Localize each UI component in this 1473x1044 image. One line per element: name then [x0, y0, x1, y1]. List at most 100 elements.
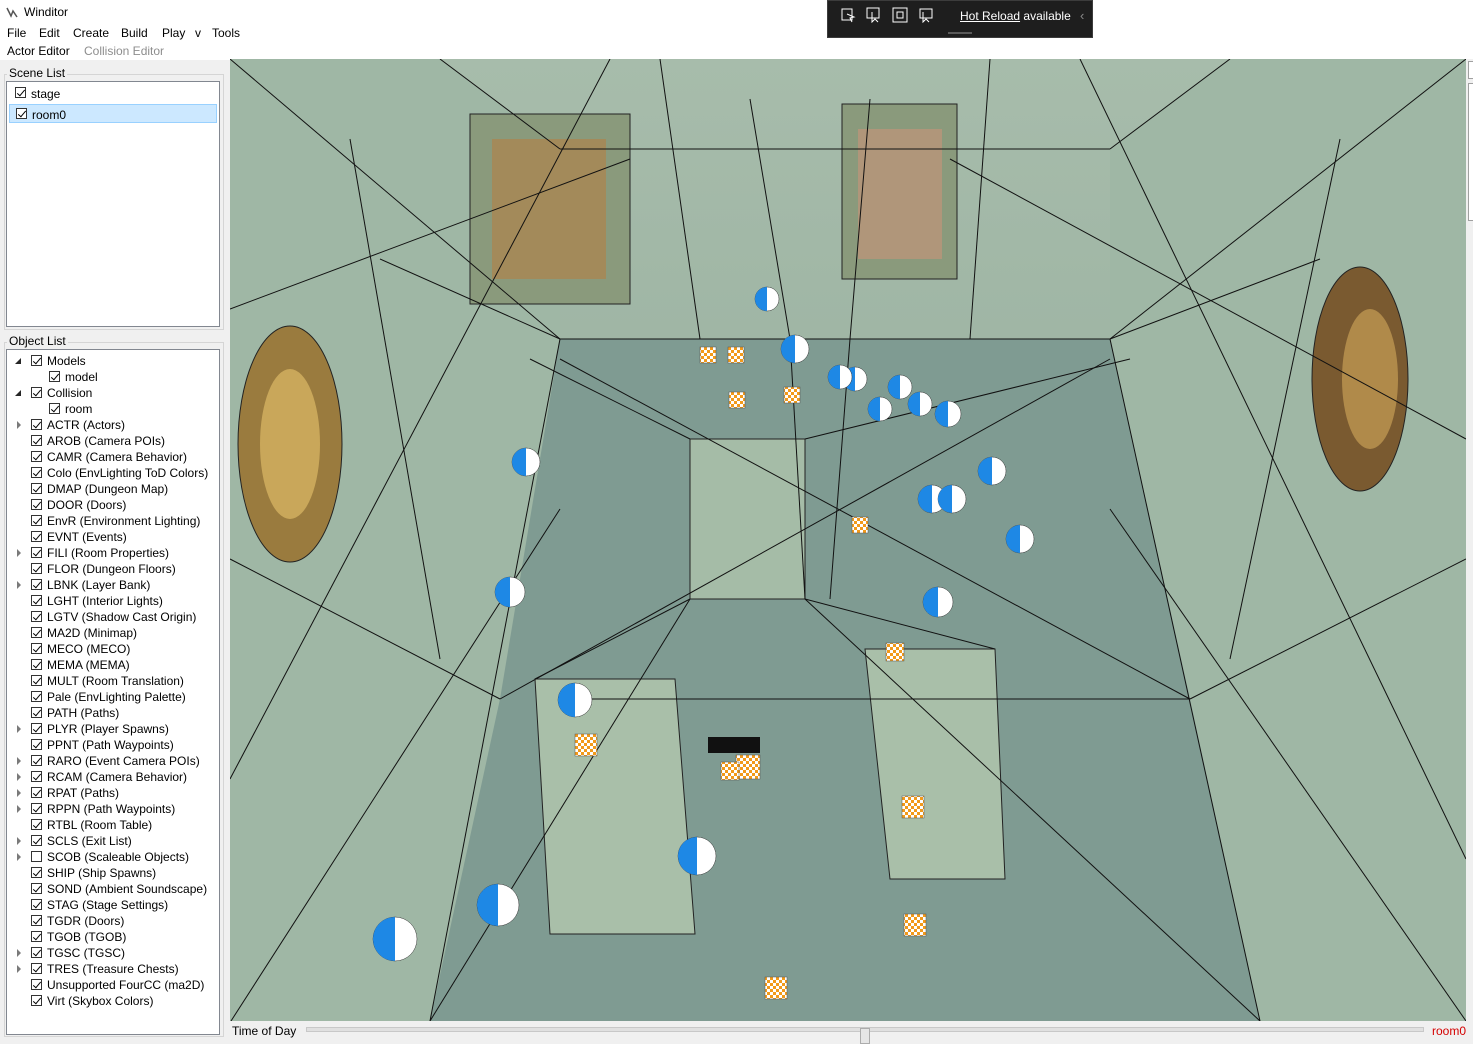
- waypoint-cube-marker[interactable]: [851, 516, 869, 534]
- time-of-day-slider-thumb[interactable]: [860, 1028, 870, 1044]
- collapsed-arrow-icon[interactable]: [17, 581, 21, 589]
- object-tree-item[interactable]: RPPN (Path Waypoints): [7, 801, 217, 817]
- object-item-checkbox[interactable]: [31, 835, 42, 846]
- object-tree-item[interactable]: LGTV (Shadow Cast Origin): [7, 609, 217, 625]
- object-item-checkbox[interactable]: [31, 995, 42, 1006]
- object-tree-item[interactable]: Models: [7, 353, 217, 369]
- object-tree-item[interactable]: MECO (MECO): [7, 641, 217, 657]
- cursor-icon[interactable]: [866, 7, 882, 23]
- object-item-checkbox[interactable]: [31, 707, 42, 718]
- collapsed-arrow-icon[interactable]: [17, 837, 21, 845]
- object-item-checkbox[interactable]: [31, 755, 42, 766]
- object-item-checkbox[interactable]: [31, 739, 42, 750]
- actor-sphere-marker[interactable]: [937, 484, 967, 514]
- waypoint-cube-marker[interactable]: [903, 913, 927, 937]
- menu-edit[interactable]: Edit: [39, 26, 60, 40]
- object-tree-item[interactable]: LBNK (Layer Bank): [7, 577, 217, 593]
- waypoint-cube-marker[interactable]: [574, 733, 598, 757]
- actor-sphere-marker[interactable]: [907, 391, 933, 417]
- object-item-checkbox[interactable]: [31, 803, 42, 814]
- actor-sphere-marker[interactable]: [677, 836, 717, 876]
- object-tree-item[interactable]: ACTR (Actors): [7, 417, 217, 433]
- actor-sphere-marker[interactable]: [934, 400, 962, 428]
- scene-item-room0[interactable]: room0: [9, 104, 217, 123]
- object-item-checkbox[interactable]: [31, 451, 42, 462]
- object-item-checkbox[interactable]: [31, 883, 42, 894]
- hot-reload-link[interactable]: Hot Reload: [960, 9, 1020, 23]
- collapsed-arrow-icon[interactable]: [17, 549, 21, 557]
- object-tree-item[interactable]: STAG (Stage Settings): [7, 897, 217, 913]
- object-item-checkbox[interactable]: [31, 387, 42, 398]
- object-item-checkbox[interactable]: [31, 659, 42, 670]
- expanded-arrow-icon[interactable]: [15, 358, 21, 364]
- object-tree-item[interactable]: Collision: [7, 385, 217, 401]
- object-item-checkbox[interactable]: [31, 787, 42, 798]
- object-tree[interactable]: Models model Collision room ACTR (Actors) ARO…: [6, 349, 220, 1035]
- object-tree-item[interactable]: SHIP (Ship Spawns): [7, 865, 217, 881]
- actor-sphere-marker[interactable]: [977, 456, 1007, 486]
- time-of-day-slider[interactable]: [306, 1027, 1424, 1044]
- scene-render[interactable]: [230, 59, 1466, 1021]
- scene-list[interactable]: stage room0: [6, 81, 220, 327]
- object-item-checkbox[interactable]: [31, 963, 42, 974]
- waypoint-cube-marker[interactable]: [720, 761, 740, 781]
- actor-sphere-marker[interactable]: [754, 286, 780, 312]
- object-item-checkbox[interactable]: [31, 979, 42, 990]
- object-tree-item[interactable]: Unsupported FourCC (ma2D): [7, 977, 217, 993]
- collapsed-arrow-icon[interactable]: [17, 789, 21, 797]
- expanded-arrow-icon[interactable]: [15, 390, 21, 396]
- collapsed-arrow-icon[interactable]: [17, 965, 21, 973]
- object-item-checkbox[interactable]: [31, 435, 42, 446]
- object-tree-item[interactable]: AROB (Camera POIs): [7, 433, 217, 449]
- object-item-checkbox[interactable]: [31, 723, 42, 734]
- actor-editor-tab[interactable]: Actor Editor: [7, 44, 70, 58]
- collision-editor-tab[interactable]: Collision Editor: [84, 44, 164, 58]
- object-item-checkbox[interactable]: [31, 579, 42, 590]
- object-item-checkbox[interactable]: [31, 531, 42, 542]
- object-item-checkbox[interactable]: [31, 499, 42, 510]
- object-tree-item[interactable]: PPNT (Path Waypoints): [7, 737, 217, 753]
- object-tree-item[interactable]: Colo (EnvLighting ToD Colors): [7, 465, 217, 481]
- actor-sphere-marker[interactable]: [780, 334, 810, 364]
- object-tree-item[interactable]: TRES (Treasure Chests): [7, 961, 217, 977]
- waypoint-cube-marker[interactable]: [699, 346, 717, 364]
- object-item-checkbox[interactable]: [31, 915, 42, 926]
- object-tree-item[interactable]: MULT (Room Translation): [7, 673, 217, 689]
- scene-room0-checkbox[interactable]: [16, 108, 27, 119]
- menu-play-dropdown[interactable]: v: [195, 26, 201, 40]
- waypoint-cube-marker[interactable]: [727, 346, 745, 364]
- object-item-checkbox[interactable]: [31, 691, 42, 702]
- track-focus-icon[interactable]: [918, 7, 934, 23]
- collapsed-arrow-icon[interactable]: [17, 421, 21, 429]
- object-tree-item[interactable]: Virt (Skybox Colors): [7, 993, 217, 1009]
- object-tree-item[interactable]: FILI (Room Properties): [7, 545, 217, 561]
- collapsed-arrow-icon[interactable]: [17, 773, 21, 781]
- object-tree-item[interactable]: LGHT (Interior Lights): [7, 593, 217, 609]
- object-tree-item[interactable]: PLYR (Player Spawns): [7, 721, 217, 737]
- waypoint-cube-marker[interactable]: [764, 976, 788, 1000]
- object-tree-item[interactable]: FLOR (Dungeon Floors): [7, 561, 217, 577]
- actor-sphere-marker[interactable]: [827, 364, 853, 390]
- waypoint-cube-marker[interactable]: [901, 795, 925, 819]
- object-tree-item[interactable]: TGOB (TGOB): [7, 929, 217, 945]
- menu-play[interactable]: Play: [162, 26, 185, 40]
- object-tree-item[interactable]: MA2D (Minimap): [7, 625, 217, 641]
- object-tree-item[interactable]: TGSC (TGSC): [7, 945, 217, 961]
- actor-sphere-marker[interactable]: [511, 447, 541, 477]
- select-element-icon[interactable]: [840, 7, 856, 23]
- object-tree-item[interactable]: SCLS (Exit List): [7, 833, 217, 849]
- object-item-checkbox[interactable]: [31, 515, 42, 526]
- collapsed-arrow-icon[interactable]: [17, 725, 21, 733]
- object-item-checkbox[interactable]: [31, 419, 42, 430]
- object-tree-item[interactable]: EnvR (Environment Lighting): [7, 513, 217, 529]
- object-tree-item[interactable]: room: [7, 401, 217, 417]
- object-item-checkbox[interactable]: [31, 899, 42, 910]
- object-tree-item[interactable]: RARO (Event Camera POIs): [7, 753, 217, 769]
- object-item-checkbox[interactable]: [31, 483, 42, 494]
- object-tree-item[interactable]: RTBL (Room Table): [7, 817, 217, 833]
- waypoint-cube-marker[interactable]: [783, 386, 801, 404]
- object-item-checkbox[interactable]: [31, 851, 42, 862]
- side-button-1[interactable]: [1468, 61, 1473, 79]
- object-tree-item[interactable]: DOOR (Doors): [7, 497, 217, 513]
- object-item-checkbox[interactable]: [49, 371, 60, 382]
